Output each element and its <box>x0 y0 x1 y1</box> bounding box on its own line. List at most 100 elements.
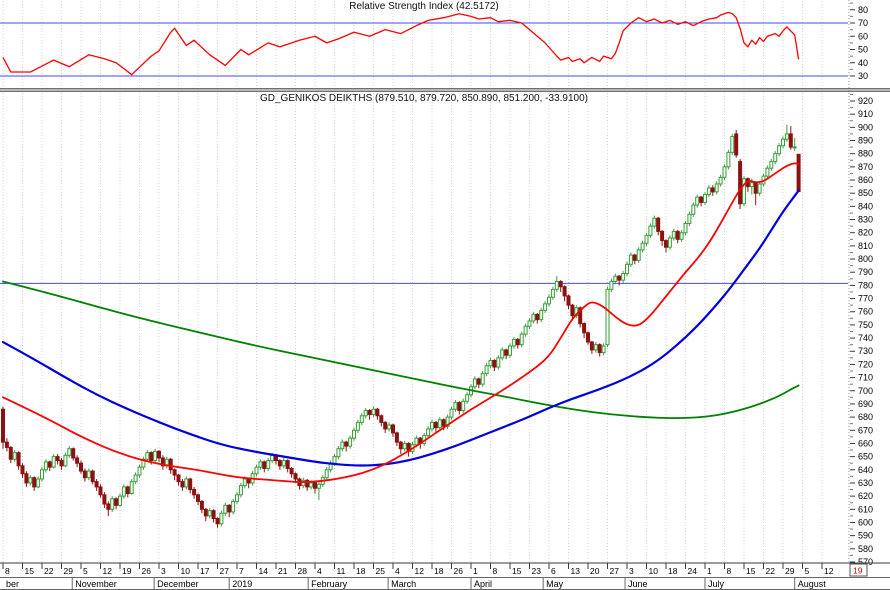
day-tick-label: 12 <box>415 566 425 576</box>
month-label: April <box>474 579 492 589</box>
day-tick-label: 29 <box>64 566 74 576</box>
price-tick-label: 630 <box>858 478 873 488</box>
price-tick-label: 730 <box>858 346 873 356</box>
stock-chart-window: 80 70 60 50 40 30 920 910 900 890 880 870 860 850 840 8… <box>0 0 890 590</box>
day-tick-label: 23 <box>532 566 542 576</box>
day-tick-label: 15 <box>746 566 756 576</box>
day-tick-label: 7 <box>239 566 244 576</box>
day-tick-label: 5 <box>805 566 810 576</box>
day-tick-label: 24 <box>688 566 698 576</box>
price-tick-label: 910 <box>858 109 873 119</box>
day-tick-label: 4 <box>317 566 322 576</box>
day-tick-label: 29 <box>785 566 795 576</box>
price-tick-label: 790 <box>858 267 873 277</box>
day-tick-label: 20 <box>590 566 600 576</box>
day-tick-label: 8 <box>727 566 732 576</box>
day-tick-label: 18 <box>668 566 678 576</box>
price-tick-label: 920 <box>858 96 873 106</box>
price-tick-label: 620 <box>858 491 873 501</box>
day-tick-label: 4 <box>395 566 400 576</box>
month-label: November <box>75 579 117 589</box>
price-tick-label: 860 <box>858 175 873 185</box>
rsi-tick-label: 70 <box>858 18 868 28</box>
price-tick-label: 600 <box>858 517 873 527</box>
price-tick-label: 830 <box>858 215 873 225</box>
day-tick-label: 15 <box>512 566 522 576</box>
day-tick-label: 14 <box>259 566 269 576</box>
day-tick-label: 15 <box>25 566 35 576</box>
rsi-tick-label: 40 <box>858 58 868 68</box>
price-tick-label: 810 <box>858 241 873 251</box>
month-label: August <box>798 579 827 589</box>
day-tick-label: 10 <box>181 566 191 576</box>
day-tick-label: 12 <box>103 566 113 576</box>
month-label: June <box>628 579 648 589</box>
day-tick-label: 22 <box>44 566 54 576</box>
day-tick-label: 26 <box>142 566 152 576</box>
price-tick-label: 670 <box>858 425 873 435</box>
rsi-tick-label: 60 <box>858 31 868 41</box>
price-tick-label: 690 <box>858 399 873 409</box>
price-tick-label: 680 <box>858 412 873 422</box>
price-tick-label: 640 <box>858 465 873 475</box>
day-tick-label: 8 <box>5 566 10 576</box>
price-tick-label: 770 <box>858 294 873 304</box>
rsi-tick-label: 30 <box>858 71 868 81</box>
day-tick-label: 22 <box>766 566 776 576</box>
day-tick-label: 1 <box>707 566 712 576</box>
month-label: December <box>157 579 199 589</box>
day-tick-label: 13 <box>571 566 581 576</box>
price-tick-label: 750 <box>858 320 873 330</box>
day-tick-label: 17 <box>200 566 210 576</box>
price-tick-label: 650 <box>858 452 873 462</box>
price-tick-label: 700 <box>858 386 873 396</box>
day-tick-label: 3 <box>161 566 166 576</box>
day-tick-label: 5 <box>83 566 88 576</box>
month-label: July <box>708 579 725 589</box>
price-tick-label: 610 <box>858 504 873 514</box>
month-label: March <box>391 579 416 589</box>
day-tick-label: 27 <box>220 566 230 576</box>
day-tick-label: 11 <box>337 566 346 576</box>
price-tick-label: 800 <box>858 254 873 264</box>
day-tick-label: 27 <box>610 566 620 576</box>
day-tick-label: 28 <box>298 566 308 576</box>
price-tick-label: 900 <box>858 122 873 132</box>
day-tick-label: 10 <box>649 566 659 576</box>
price-tick-label: 740 <box>858 333 873 343</box>
price-tick-label: 760 <box>858 307 873 317</box>
price-tick-label: 840 <box>858 201 873 211</box>
corner-date-label: 19 <box>853 566 863 576</box>
price-tick-label: 580 <box>858 544 873 554</box>
month-label: May <box>546 579 564 589</box>
price-tick-label: 890 <box>858 136 873 146</box>
month-label: 2019 <box>232 579 252 589</box>
price-tick-label: 820 <box>858 228 873 238</box>
price-tick-label: 880 <box>858 149 873 159</box>
price-tick-label: 720 <box>858 359 873 369</box>
rsi-plot-area[interactable] <box>0 0 848 88</box>
day-tick-label: 18 <box>434 566 444 576</box>
day-tick-label: 12 <box>824 566 834 576</box>
month-label: February <box>311 579 348 589</box>
day-tick-label: 6 <box>551 566 556 576</box>
day-tick-label: 18 <box>356 566 366 576</box>
price-tick-label: 710 <box>858 373 873 383</box>
price-tick-label: 590 <box>858 531 873 541</box>
main-plot-area[interactable] <box>0 92 848 563</box>
price-tick-label: 780 <box>858 280 873 290</box>
day-tick-label: 19 <box>122 566 132 576</box>
day-tick-label: 8 <box>493 566 498 576</box>
day-tick-label: 25 <box>376 566 386 576</box>
day-tick-label: 1 <box>473 566 478 576</box>
rsi-tick-label: 80 <box>858 5 868 15</box>
day-tick-label: 21 <box>278 566 288 576</box>
price-chart-svg: 80 70 60 50 40 30 920 910 900 890 880 870 860 850 840 8… <box>0 0 890 590</box>
price-tick-label: 870 <box>858 162 873 172</box>
rsi-tick-label: 50 <box>858 45 868 55</box>
month-label: ber <box>6 579 19 589</box>
day-tick-label: 26 <box>454 566 464 576</box>
price-tick-label: 850 <box>858 188 873 198</box>
price-tick-label: 660 <box>858 438 873 448</box>
day-tick-label: 3 <box>629 566 634 576</box>
